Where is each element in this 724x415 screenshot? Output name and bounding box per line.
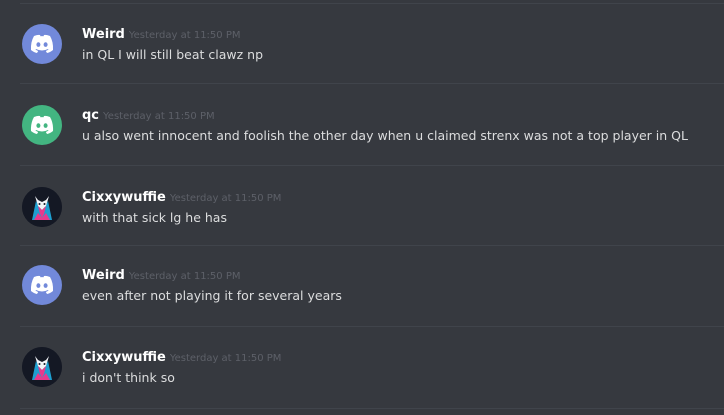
message-text: u also went innocent and foolish the oth… — [82, 128, 688, 143]
message-divider — [20, 408, 724, 409]
discord-green-icon[interactable] — [22, 105, 62, 145]
message-header: qc Yesterday at 11:50 PM — [82, 105, 215, 126]
message-header: Cixxywuffie Yesterday at 11:50 PM — [82, 187, 281, 208]
timestamp: Yesterday at 11:50 PM — [128, 271, 241, 282]
message-text: even after not playing it for several ye… — [82, 288, 342, 303]
message-divider — [20, 326, 724, 327]
message-item: Weird Yesterday at 11:50 PM in QL I will … — [0, 24, 724, 84]
timestamp: Yesterday at 11:50 PM — [169, 353, 282, 364]
message-header: Weird Yesterday at 11:50 PM — [82, 265, 240, 286]
message-divider — [20, 3, 724, 4]
message-text: i don't think so — [82, 370, 175, 385]
timestamp: Yesterday at 11:50 PM — [169, 193, 282, 204]
message-divider — [20, 165, 724, 166]
username[interactable]: Weird — [82, 268, 125, 283]
discord-blue-icon[interactable] — [22, 24, 62, 64]
message-header: Cixxywuffie Yesterday at 11:50 PM — [82, 347, 281, 368]
message-divider — [20, 83, 724, 84]
wolf-avatar-icon[interactable] — [22, 347, 62, 387]
chat-message-list: Weird Yesterday at 11:50 PM in QL I will … — [0, 0, 724, 415]
username[interactable]: qc — [82, 108, 99, 123]
username[interactable]: Cixxywuffie — [82, 190, 166, 205]
discord-blue-icon[interactable] — [22, 265, 62, 305]
message-item: Cixxywuffie Yesterday at 11:50 PM i don't… — [0, 347, 724, 407]
message-item: qc Yesterday at 11:50 PM u also went inno… — [0, 105, 724, 165]
timestamp: Yesterday at 11:50 PM — [128, 30, 241, 41]
wolf-avatar-icon[interactable] — [22, 187, 62, 227]
username[interactable]: Weird — [82, 27, 125, 42]
message-text: in QL I will still beat clawz np — [82, 47, 264, 62]
message-text: with that sick lg he has — [82, 210, 227, 225]
timestamp: Yesterday at 11:50 PM — [103, 111, 215, 122]
message-item: Weird Yesterday at 11:50 PM even after no… — [0, 265, 724, 325]
message-divider — [20, 245, 724, 246]
message-item: Cixxywuffie Yesterday at 11:50 PM with th… — [0, 187, 724, 247]
message-header: Weird Yesterday at 11:50 PM — [82, 24, 240, 45]
username[interactable]: Cixxywuffie — [82, 350, 166, 365]
